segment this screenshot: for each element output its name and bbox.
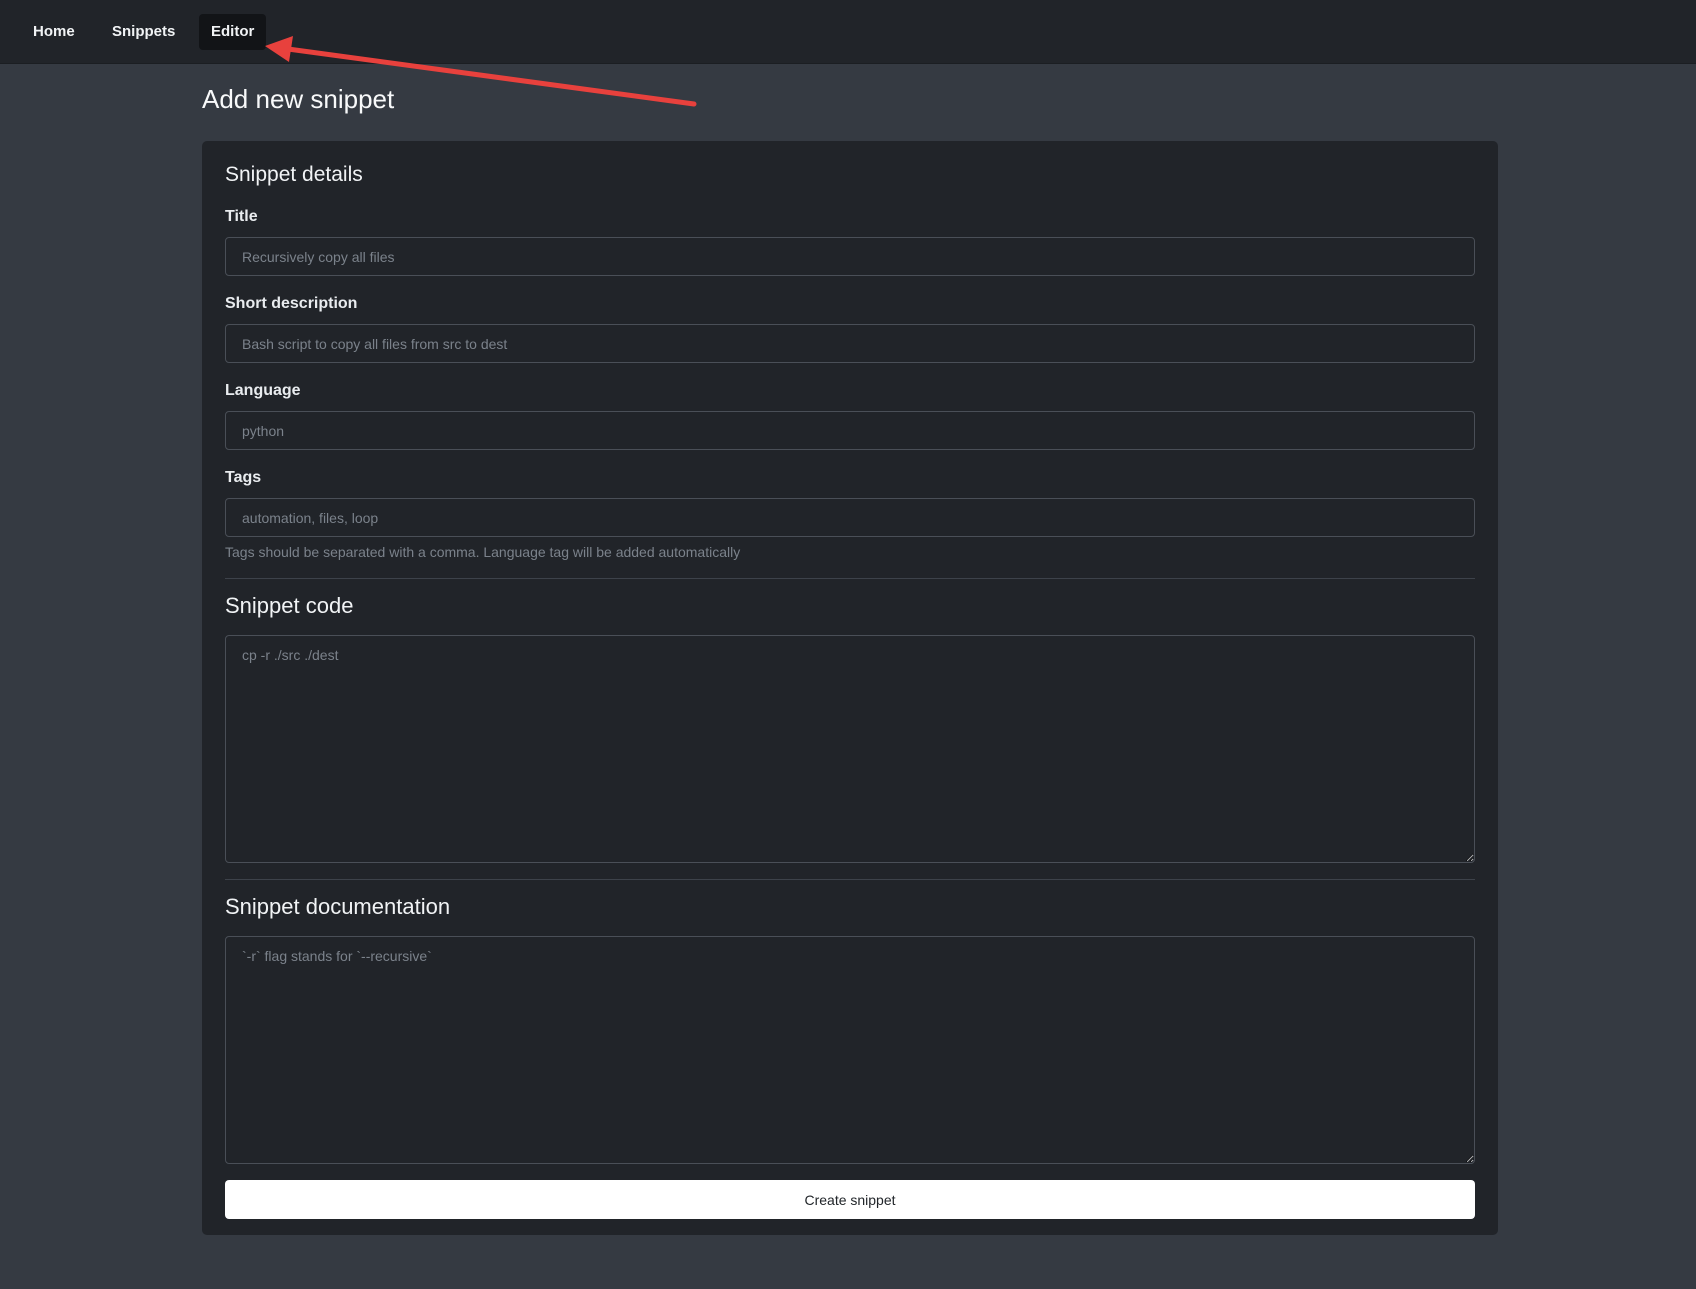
section-divider	[225, 578, 1475, 579]
tags-label: Tags	[225, 469, 262, 486]
create-snippet-button[interactable]: Create snippet	[225, 1180, 1475, 1219]
snippet-details-heading: Snippet details	[225, 163, 363, 186]
tags-help-text: Tags should be separated with a comma. L…	[225, 544, 741, 560]
nav-home-link[interactable]: Home	[21, 14, 87, 50]
snippet-code-heading: Snippet code	[225, 593, 354, 618]
snippet-code-textarea[interactable]	[225, 635, 1475, 863]
short-description-label: Short description	[225, 295, 358, 312]
top-navbar: Home Snippets Editor	[0, 0, 1696, 64]
section-divider	[225, 879, 1475, 880]
short-description-input[interactable]	[225, 324, 1475, 363]
nav-editor-link[interactable]: Editor	[199, 14, 267, 50]
nav-snippets-link[interactable]: Snippets	[100, 14, 187, 50]
snippet-documentation-heading: Snippet documentation	[225, 894, 451, 919]
snippet-documentation-textarea[interactable]	[225, 936, 1475, 1164]
language-input[interactable]	[225, 411, 1475, 450]
language-label: Language	[225, 382, 301, 399]
snippet-form-card: Snippet details Title Short description …	[202, 141, 1498, 1235]
page-title: Add new snippet	[202, 84, 395, 114]
title-input[interactable]	[225, 237, 1475, 276]
tags-input[interactable]	[225, 498, 1475, 537]
title-label: Title	[225, 208, 258, 225]
